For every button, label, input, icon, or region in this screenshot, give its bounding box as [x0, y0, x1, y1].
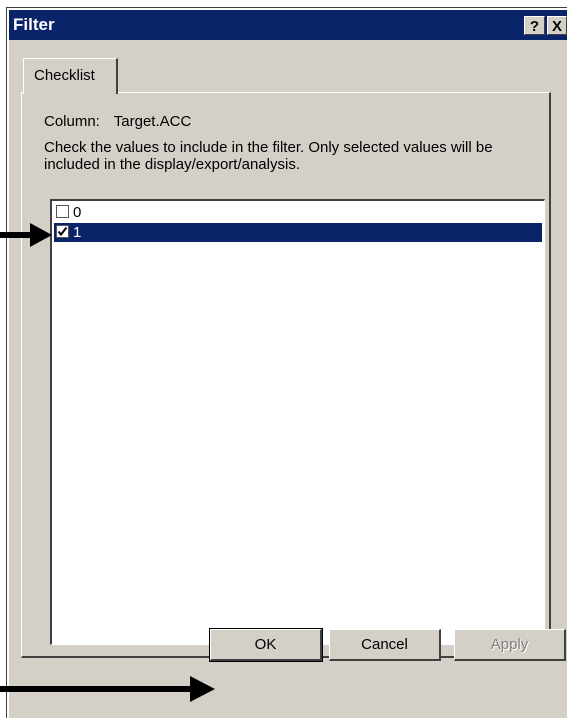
list-item-label: 1	[73, 224, 82, 241]
list-item[interactable]: 0	[54, 203, 542, 222]
ok-button[interactable]: OK	[209, 628, 323, 662]
filter-dialog: Filter ? X Checklist Column: Target.ACC …	[6, 7, 567, 718]
window-title: Filter	[13, 15, 55, 34]
tab-checklist[interactable]: Checklist	[23, 58, 118, 94]
help-button[interactable]: ?	[524, 16, 545, 35]
apply-button[interactable]: Apply	[454, 629, 566, 661]
arrow-pointer-list-item	[0, 223, 52, 247]
checkbox[interactable]	[56, 225, 69, 238]
list-item[interactable]: 1	[54, 223, 542, 242]
column-label: Column:	[44, 113, 100, 130]
column-value: Target.ACC	[113, 113, 192, 130]
tab-checklist-label: Checklist	[34, 67, 95, 84]
values-listbox[interactable]: 0 1	[50, 199, 545, 645]
instructions-text: Check the values to include in the filte…	[44, 139, 493, 173]
checkbox[interactable]	[56, 205, 69, 218]
list-item-label: 0	[73, 204, 82, 221]
column-info: Column: Target.ACC	[44, 113, 191, 130]
check-icon	[57, 226, 68, 237]
close-button[interactable]: X	[547, 16, 567, 35]
checklist-panel: Column: Target.ACC Check the values to i…	[21, 92, 551, 658]
title-bar: Filter ? X	[9, 10, 567, 40]
arrow-pointer-ok-button	[0, 676, 215, 702]
cancel-button[interactable]: Cancel	[329, 629, 441, 661]
